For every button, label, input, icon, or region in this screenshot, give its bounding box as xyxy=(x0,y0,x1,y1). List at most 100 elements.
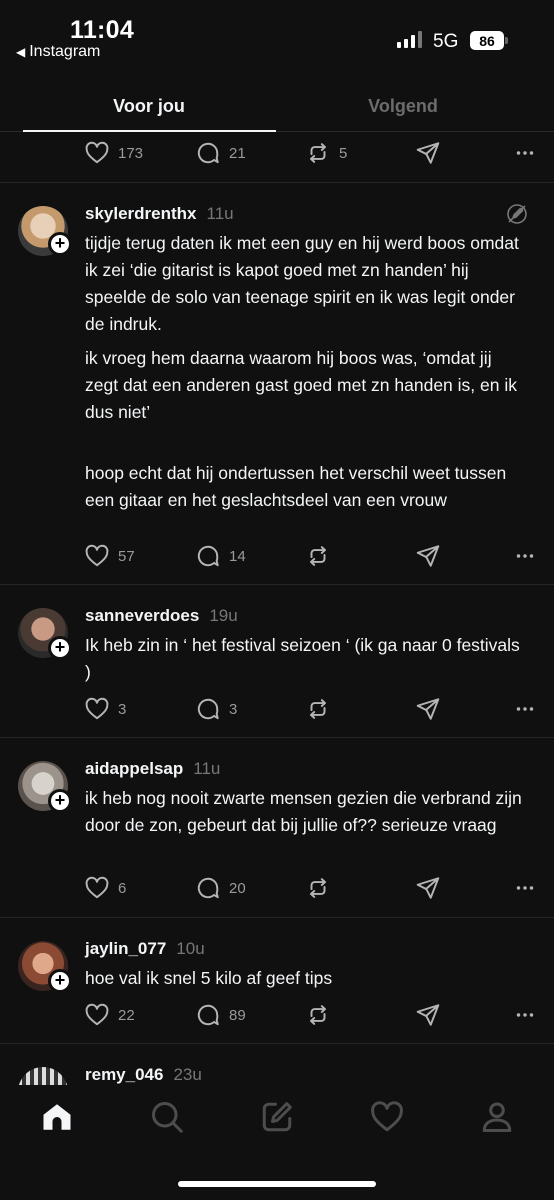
compose-icon[interactable] xyxy=(259,1099,295,1135)
follow-plus-button[interactable]: + xyxy=(48,232,72,256)
like-button[interactable]: 57 xyxy=(84,543,135,569)
post-paragraph: tijdje terug daten ik met een guy en hij… xyxy=(85,233,519,334)
signal-icon xyxy=(397,31,422,48)
share-button[interactable] xyxy=(415,696,441,722)
post-text: hoe val ik snel 5 kilo af geef tips xyxy=(85,965,525,999)
post-text: ik heb nog nooit zwarte mensen gezien di… xyxy=(85,785,525,846)
post-time: 10u xyxy=(176,939,205,958)
repost-icon xyxy=(305,1002,331,1028)
post-actions: 3 3 xyxy=(84,696,534,726)
active-tab-indicator xyxy=(23,130,276,132)
share-button[interactable] xyxy=(415,875,441,901)
more-options-button[interactable] xyxy=(512,696,538,722)
like-count: 6 xyxy=(118,879,127,897)
like-count: 3 xyxy=(118,700,127,718)
post-time: 23u xyxy=(173,1065,202,1084)
back-app-label: Instagram xyxy=(29,43,101,60)
username[interactable]: remy_046 xyxy=(85,1065,163,1085)
more-icon xyxy=(512,543,538,569)
post-paragraph: ik heb nog nooit zwarte mensen gezien di… xyxy=(85,788,522,835)
heart-icon xyxy=(84,1002,110,1028)
repost-button[interactable] xyxy=(305,696,331,722)
repost-icon xyxy=(305,140,331,166)
share-button[interactable] xyxy=(415,1002,441,1028)
more-icon xyxy=(512,1002,538,1028)
reply-icon xyxy=(195,140,221,166)
share-icon xyxy=(415,543,441,569)
share-button[interactable] xyxy=(415,543,441,569)
post-divider xyxy=(0,182,554,183)
more-options-button[interactable] xyxy=(512,1002,538,1028)
username[interactable]: jaylin_077 xyxy=(85,939,166,959)
reply-button[interactable]: 14 xyxy=(195,543,246,569)
repost-button[interactable]: 5 xyxy=(305,140,347,166)
post-divider xyxy=(0,737,554,738)
repost-button[interactable] xyxy=(305,543,331,569)
share-icon xyxy=(415,875,441,901)
post-text: tijdje terug daten ik met een guy en hij… xyxy=(85,230,525,521)
like-button[interactable]: 6 xyxy=(84,875,126,901)
tab-volgend[interactable]: Volgend xyxy=(277,96,529,117)
post-paragraph: hoop echt dat hij ondertussen het versch… xyxy=(85,463,507,510)
profile-icon[interactable] xyxy=(479,1099,515,1135)
more-icon xyxy=(512,696,538,722)
repost-count: 5 xyxy=(339,144,348,162)
post-header: sanneverdoes 19u xyxy=(85,606,238,626)
reply-count: 89 xyxy=(229,1006,246,1024)
reply-icon xyxy=(195,875,221,901)
post-paragraph: Ik heb zin in ‘ het festival seizoen ‘ (… xyxy=(85,635,520,682)
reply-button[interactable]: 89 xyxy=(195,1002,246,1028)
follow-plus-button[interactable]: + xyxy=(48,636,72,660)
follow-plus-button[interactable]: + xyxy=(48,969,72,993)
like-button[interactable]: 173 xyxy=(84,140,143,166)
heart-icon xyxy=(84,696,110,722)
reply-count: 20 xyxy=(229,879,246,897)
post-header: aidappelsap 11u xyxy=(85,759,220,779)
share-icon xyxy=(415,1002,441,1028)
post-divider xyxy=(0,584,554,585)
repost-button[interactable] xyxy=(305,1002,331,1028)
post-header: remy_046 23u xyxy=(85,1065,202,1085)
share-icon xyxy=(415,140,441,166)
status-bar: 11:04 ◀ Instagram 5G 86 xyxy=(0,0,554,70)
reply-button[interactable]: 21 xyxy=(195,140,246,166)
repost-button[interactable] xyxy=(305,875,331,901)
post-actions: 6 20 xyxy=(84,875,534,905)
repost-icon xyxy=(305,875,331,901)
username[interactable]: aidappelsap xyxy=(85,759,183,779)
more-icon xyxy=(512,875,538,901)
home-icon[interactable] xyxy=(39,1099,75,1135)
username[interactable]: sanneverdoes xyxy=(85,606,199,626)
post-paragraph: ik vroeg hem daarna waarom hij boos was,… xyxy=(85,348,517,422)
post-time: 11u xyxy=(193,759,221,778)
heart-icon[interactable] xyxy=(369,1099,405,1135)
share-button[interactable] xyxy=(415,140,441,166)
status-time: 11:04 xyxy=(70,16,135,44)
reply-icon xyxy=(195,696,221,722)
follow-plus-button[interactable]: + xyxy=(48,789,72,813)
search-icon[interactable] xyxy=(149,1099,185,1135)
repost-icon xyxy=(305,696,331,722)
more-options-button[interactable] xyxy=(512,875,538,901)
back-to-app-link[interactable]: ◀ Instagram xyxy=(16,43,100,61)
like-button[interactable]: 22 xyxy=(84,1002,135,1028)
back-triangle-icon: ◀ xyxy=(16,45,26,59)
like-count: 173 xyxy=(118,144,144,162)
share-icon xyxy=(415,696,441,722)
avatar[interactable] xyxy=(18,1067,68,1085)
more-options-button[interactable] xyxy=(512,140,538,166)
reply-button[interactable]: 3 xyxy=(195,696,237,722)
username[interactable]: skylerdrenthx xyxy=(85,204,197,224)
like-button[interactable]: 3 xyxy=(84,696,126,722)
reply-count: 21 xyxy=(229,144,246,162)
post-header: jaylin_077 10u xyxy=(85,939,205,959)
reply-count: 14 xyxy=(229,547,246,565)
heart-icon xyxy=(84,543,110,569)
home-indicator[interactable] xyxy=(178,1181,376,1187)
tab-voor-jou[interactable]: Voor jou xyxy=(23,96,275,117)
post-header: skylerdrenthx 11u xyxy=(85,204,234,224)
more-options-button[interactable] xyxy=(512,543,538,569)
reply-button[interactable]: 20 xyxy=(195,875,246,901)
like-count: 57 xyxy=(118,547,135,565)
post-remy-046: remy_046 23u xyxy=(0,1043,554,1085)
